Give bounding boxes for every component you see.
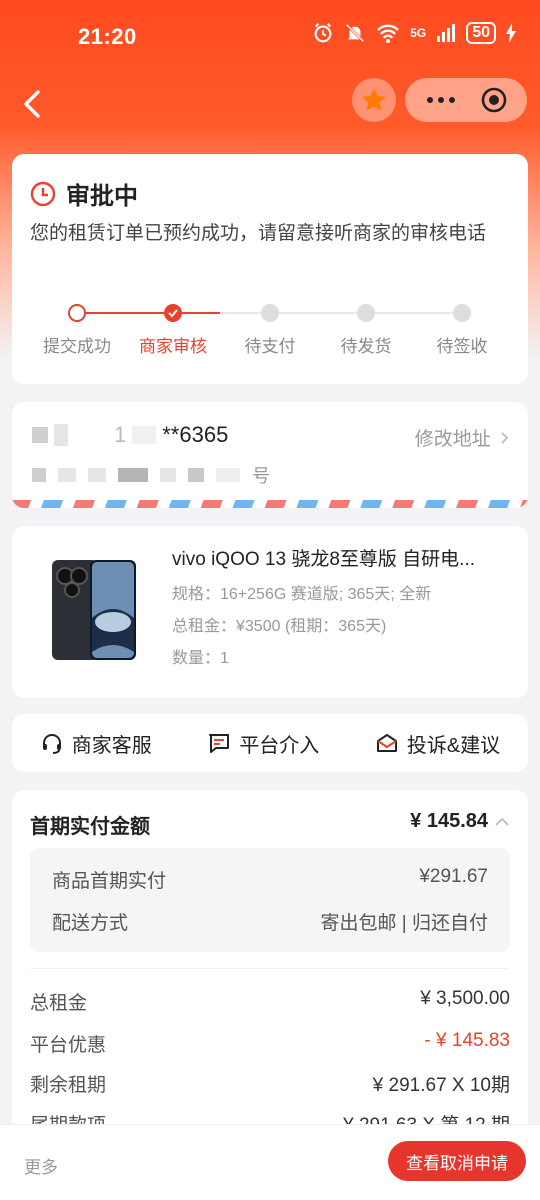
row-label: 平台优惠 [30,1035,107,1056]
row-label: 剩余租期 [30,1075,107,1096]
edit-address-link[interactable]: 修改地址 [415,424,510,451]
back-arrow-icon[interactable] [14,84,54,124]
payment-detail-row: 商品首期实付 ¥291.67 [52,866,488,893]
step-dot [68,304,86,322]
signal-icon [437,24,456,42]
step-label: 提交成功 [43,337,111,356]
recipient-phone: **6365 [162,422,229,447]
wifi-icon [377,24,400,43]
row-value: ¥ 291.67 X 10期 [372,1075,510,1096]
redacted-block [88,468,106,482]
detail-value: ¥291.67 [419,866,488,887]
mini-program-capsule [405,78,527,122]
address-detail: 号 [32,462,270,488]
chevron-right-icon [501,432,509,444]
product-quantity: 数量：1 [172,650,229,667]
status-bar: 21:20 5G 50 [0,0,540,72]
approval-description: 您的租赁订单已预约成功，请留意接听商家的审核电话 [30,223,487,244]
step-connector [220,312,460,314]
action-bar: 商家客服 平台介入 投诉&建议 [12,714,528,772]
nav-bar [0,72,540,136]
product-rent: 总租金：¥3500 (租期：365天) [172,618,387,635]
envelope-border [12,500,528,508]
redacted-block [54,424,68,446]
more-dots-icon[interactable] [425,95,457,105]
approval-header: 审批中 [30,176,138,211]
row-label: 总租金 [30,993,88,1014]
address-fragment: 号 [252,466,270,486]
step-connector [76,312,172,314]
step-label: 待发货 [340,337,392,356]
step-dot [164,304,182,322]
detail-label: 配送方式 [52,913,129,934]
payment-row: 平台优惠 - ¥ 145.83 [30,1030,510,1057]
payment-detail-box: 商品首期实付 ¥291.67 配送方式 寄出包邮 | 归还自付 [30,848,510,952]
product-card[interactable]: vivo iQOO 13 骁龙8至尊版 自研电... 规格：16+256G 赛道… [12,526,528,698]
redacted-block [118,468,148,482]
complaint-label: 投诉&建议 [406,734,501,757]
merchant-service-label: 商家客服 [71,734,152,757]
step-dot [357,304,375,322]
redacted-block [132,426,157,444]
redacted-block [216,468,240,482]
redacted-block [188,468,204,482]
charging-icon [506,23,516,43]
payment-title: 首期实付金额 [30,816,150,838]
redacted-block [32,468,46,482]
recipient-line: 1 **6365 [32,422,228,448]
headset-icon [42,734,61,754]
approval-card: 审批中 您的租赁订单已预约成功，请留意接听商家的审核电话 提交成功 商家审核 待… [12,154,528,384]
merchant-service-button[interactable]: 商家客服 [40,729,152,758]
payment-card: 首期实付金额 ¥ 145.84 商品首期实付 ¥291.67 配送方式 寄出包邮… [12,790,528,1150]
divider [30,968,510,971]
message-icon [209,734,230,753]
step-dot [261,304,279,322]
chevron-up-icon [495,817,509,826]
payment-row: 总租金 ¥ 3,500.00 [30,988,510,1015]
bottom-action-bar: 更多 查看取消申请 [0,1124,540,1200]
approval-title: 审批中 [66,183,138,210]
redacted-block [160,468,176,482]
step-label: 商家审核 [139,337,207,356]
close-target-icon[interactable] [480,86,508,114]
product-spec: 规格：16+256G 赛道版; 365天; 全新 [172,586,432,603]
payment-amount-toggle[interactable]: ¥ 145.84 [410,810,510,833]
mailbox-icon [376,734,397,752]
phone-product-image [52,560,136,660]
platform-intervene-label: 平台介入 [239,734,320,757]
progress-steps: 提交成功 商家审核 待支付 待发货 待签收 [12,304,528,364]
payment-amount: ¥ 145.84 [410,810,488,832]
redacted-block [74,426,108,444]
network-label: 5G [410,26,427,40]
favorite-button[interactable] [352,78,396,122]
platform-intervene-button[interactable]: 平台介入 [207,729,319,758]
battery-indicator: 50 [466,22,496,44]
step-dot [453,304,471,322]
status-time: 21:20 [78,24,137,49]
edit-address-label: 修改地址 [414,429,491,450]
clock-icon [30,181,56,206]
star-icon [362,88,386,111]
recipient-fragment: 1 [114,422,127,447]
check-icon [168,309,178,318]
detail-value: 寄出包邮 | 归还自付 [320,913,489,934]
row-value: ¥ 3,500.00 [420,988,510,1009]
address-card[interactable]: 1 **6365 修改地址 号 [12,402,528,508]
alarm-icon [314,23,332,43]
step-label: 待支付 [244,337,296,356]
redacted-block [32,427,48,443]
more-link[interactable]: 更多 [24,1153,58,1178]
detail-label: 商品首期实付 [52,871,167,892]
view-cancel-request-button[interactable]: 查看取消申请 [388,1141,526,1181]
payment-detail-row: 配送方式 寄出包邮 | 归还自付 [52,908,488,935]
mute-bell-icon [345,23,365,43]
step-label: 待签收 [436,337,488,356]
row-value: - ¥ 145.83 [424,1030,510,1051]
redacted-block [58,468,76,482]
complaint-button[interactable]: 投诉&建议 [375,729,500,758]
payment-row: 剩余租期 ¥ 291.67 X 10期 [30,1070,510,1097]
product-title: vivo iQOO 13 骁龙8至尊版 自研电... [172,549,475,570]
status-icons: 5G 50 [312,22,516,44]
